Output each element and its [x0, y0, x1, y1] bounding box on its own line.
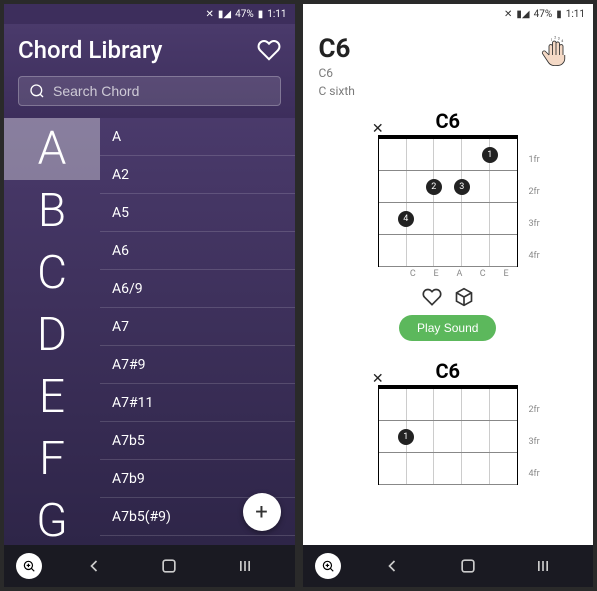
status-bar: ✕ ▮◢ 47% ▮ 1:11 [303, 4, 594, 24]
nav-home-icon[interactable] [458, 556, 478, 576]
chord-long: C sixth [319, 84, 355, 100]
mute-mark: ✕ [372, 121, 384, 137]
mute-icon: ✕ [504, 9, 512, 20]
alpha-item-c[interactable]: C [4, 242, 100, 304]
battery-text: 47% [235, 9, 254, 20]
finger-dot: 3 [454, 179, 470, 195]
alpha-item-g[interactable]: G [4, 490, 100, 545]
nav-recent-icon[interactable] [533, 556, 553, 576]
chord-item[interactable]: A7#9 [100, 346, 295, 384]
play-sound-button[interactable]: Play Sound [399, 315, 496, 341]
action-row [422, 287, 474, 307]
nav-bar [4, 545, 295, 587]
alpha-item-a[interactable]: A [4, 118, 100, 180]
chord-item[interactable]: A7 [100, 308, 295, 346]
alpha-item-f[interactable]: F [4, 428, 100, 490]
heart-icon[interactable] [257, 38, 281, 62]
chord-item[interactable]: A6 [100, 232, 295, 270]
svg-text:4: 4 [561, 39, 563, 43]
svg-text:1: 1 [551, 38, 553, 42]
alpha-index: ABCDEFG [4, 118, 100, 545]
alpha-item-b[interactable]: B [4, 180, 100, 242]
alpha-item-d[interactable]: D [4, 304, 100, 366]
status-bar: ✕ ▮◢ 47% ▮ 1:11 [4, 4, 295, 24]
library-header: Chord Library [4, 24, 295, 118]
finger-dot: 1 [482, 147, 498, 163]
page-title: Chord Library [18, 36, 162, 64]
chord-item[interactable]: A6/9 [100, 270, 295, 308]
chord-item[interactable]: A7sus4 [100, 536, 295, 545]
chord-item[interactable]: A5 [100, 194, 295, 232]
signal-icon: ▮◢ [516, 9, 529, 20]
alpha-item-e[interactable]: E [4, 366, 100, 428]
diagram-title: C6 [378, 109, 518, 133]
finger-dot: 2 [426, 179, 442, 195]
signal-icon: ▮◢ [218, 9, 231, 20]
chord-name: C6 [319, 34, 355, 64]
chord-list: AA2A5A6A6/9A7A7#9A7#11A7b5A7b9A7b5(#9)A7… [100, 118, 295, 545]
clock: 1:11 [267, 9, 286, 20]
nav-bar [303, 545, 594, 587]
chord-item[interactable]: A [100, 118, 295, 156]
nav-back-icon[interactable] [84, 556, 104, 576]
svg-text:2: 2 [554, 35, 556, 39]
battery-text: 47% [534, 9, 553, 20]
diagram-title: C6 [378, 359, 518, 383]
zoom-icon[interactable] [315, 553, 341, 579]
search-icon [29, 83, 45, 99]
battery-icon: ▮ [258, 9, 264, 20]
search-box[interactable] [18, 76, 281, 106]
phone-detail: ✕ ▮◢ 47% ▮ 1:11 C6 C6 C sixth 1234 C6 1f… [303, 4, 594, 587]
finger-dot: 1 [398, 429, 414, 445]
add-button[interactable]: + [243, 493, 281, 531]
mute-mark: ✕ [372, 371, 384, 387]
hand-icon: 1234 [535, 34, 577, 76]
phone-library: ✕ ▮◢ 47% ▮ 1:11 Chord Library ABCDEFG AA… [4, 4, 295, 587]
view3d-icon[interactable] [454, 287, 474, 307]
chord-item[interactable]: A7#11 [100, 384, 295, 422]
chord-short: C6 [319, 66, 355, 82]
chord-item[interactable]: A7b5 [100, 422, 295, 460]
clock: 1:11 [566, 9, 585, 20]
zoom-icon[interactable] [16, 553, 42, 579]
favorite-icon[interactable] [422, 287, 442, 307]
nav-recent-icon[interactable] [235, 556, 255, 576]
chord-diagram-2: C6 2fr3fr4fr✕1 [378, 359, 518, 485]
battery-icon: ▮ [556, 9, 562, 20]
search-input[interactable] [53, 83, 270, 99]
detail-header: C6 C6 C sixth 1234 [303, 24, 594, 103]
mute-icon: ✕ [206, 9, 214, 20]
chord-diagram-1: C6 1fr2fr3fr4fr✕1234 CEACE [378, 109, 518, 279]
svg-text:3: 3 [558, 36, 560, 40]
chord-item[interactable]: A2 [100, 156, 295, 194]
nav-back-icon[interactable] [382, 556, 402, 576]
library-body: ABCDEFG AA2A5A6A6/9A7A7#9A7#11A7b5A7b9A7… [4, 118, 295, 545]
nav-home-icon[interactable] [159, 556, 179, 576]
detail-body[interactable]: C6 1fr2fr3fr4fr✕1234 CEACE Play Sound C6… [303, 103, 594, 545]
finger-dot: 4 [398, 211, 414, 227]
